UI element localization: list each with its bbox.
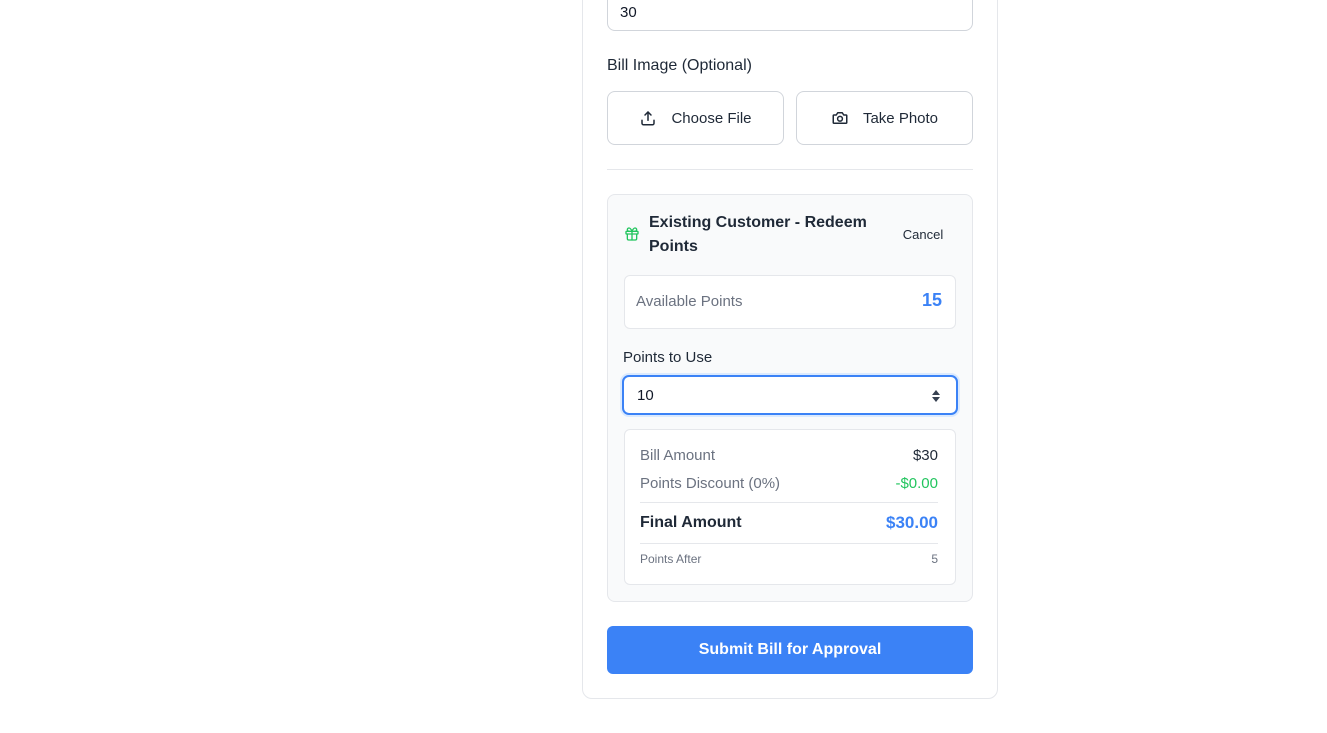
summary-divider <box>640 502 938 503</box>
bill-image-label: Bill Image (Optional) <box>607 57 752 74</box>
upload-icon <box>641 111 656 126</box>
take-photo-button[interactable]: Take Photo <box>796 91 973 145</box>
available-points-value: 15 <box>921 290 942 310</box>
points-to-use-label: Points to Use <box>623 349 713 366</box>
choose-file-label: Choose File <box>671 109 752 127</box>
camera-icon <box>832 112 848 124</box>
bill-amount-value: 30 <box>620 4 637 21</box>
take-photo-label: Take Photo <box>862 109 939 127</box>
spinner-arrows-icon[interactable] <box>931 389 941 403</box>
available-points-label: Available Points <box>636 293 743 310</box>
cancel-redeem-button[interactable]: Cancel <box>892 224 954 246</box>
summary-final-value: $30.00 <box>886 513 938 532</box>
summary-points-after-value: 5 <box>931 552 938 566</box>
summary-discount-value: -$0.00 <box>895 475 938 492</box>
points-to-use-input[interactable]: 10 <box>622 375 958 415</box>
bill-amount-input[interactable]: 30 <box>607 0 973 31</box>
submit-bill-button[interactable]: Submit Bill for Approval <box>607 626 973 674</box>
section-divider <box>607 169 973 170</box>
choose-file-button[interactable]: Choose File <box>607 91 784 145</box>
redeem-title: Existing Customer - Redeem Points <box>649 214 867 255</box>
summary-points-after-label: Points After <box>640 552 702 566</box>
points-to-use-value: 10 <box>637 386 654 404</box>
gift-icon <box>625 227 639 241</box>
summary-divider-2 <box>640 543 938 544</box>
summary-bill-amount-label: Bill Amount <box>640 447 716 464</box>
summary-discount-label: Points Discount (0%) <box>640 475 781 492</box>
summary-final-label: Final Amount <box>640 514 742 531</box>
summary-bill-amount-value: $30 <box>912 447 938 464</box>
